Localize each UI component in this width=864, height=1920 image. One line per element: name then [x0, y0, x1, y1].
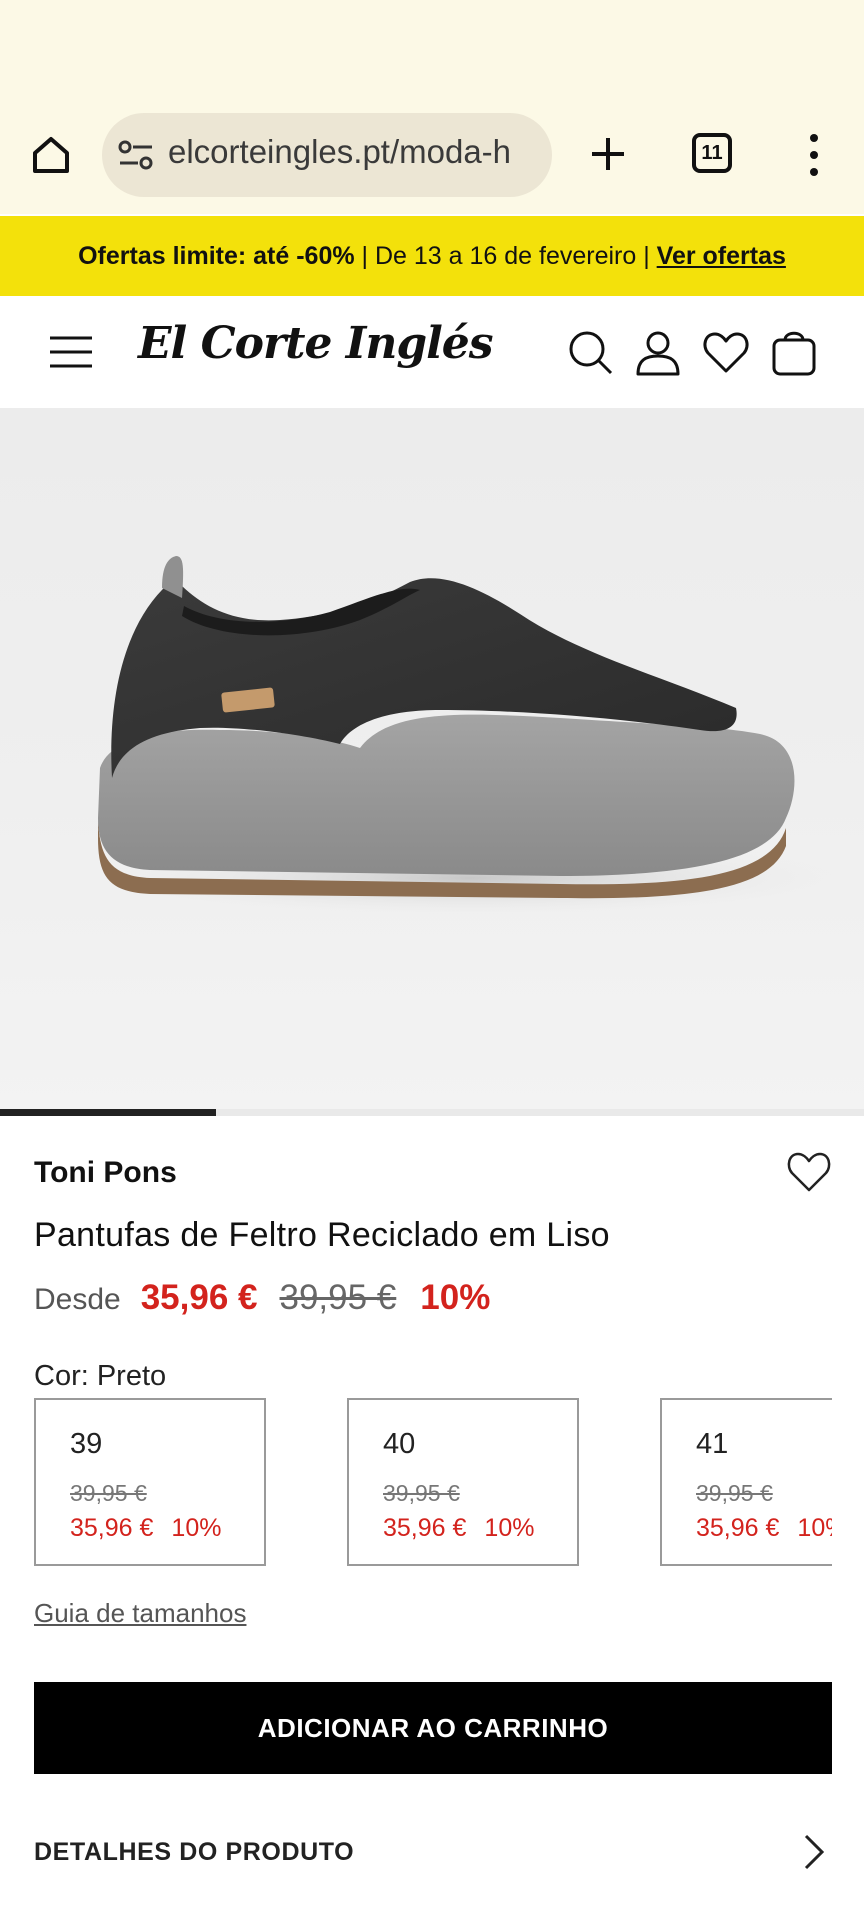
product-title: Pantufas de Feltro Reciclado em Liso — [34, 1216, 610, 1254]
add-to-wishlist-icon[interactable] — [786, 1150, 832, 1194]
size-value: 39 — [70, 1428, 103, 1460]
size-selector: 39 39,95 € 35,96 € 10% 40 39,95 € 35,96 €… — [34, 1398, 832, 1566]
price-row: Desde 35,96 € 39,95 € 10% — [34, 1278, 490, 1318]
original-price: 39,95 € — [279, 1278, 397, 1317]
tab-count: 11 — [701, 141, 723, 164]
size-value: 41 — [696, 1428, 729, 1460]
size-price-now: 35,96 € — [383, 1514, 467, 1542]
size-sale-price: 35,96 € 10% — [70, 1514, 221, 1543]
size-discount: 10% — [171, 1514, 222, 1542]
promo-banner: Ofertas limite: até -60% | De 13 a 16 de… — [0, 216, 864, 296]
more-options-icon[interactable] — [800, 130, 828, 180]
size-option-40[interactable]: 40 39,95 € 35,96 € 10% — [347, 1398, 579, 1566]
promo-headline: Ofertas limite: até -60% — [78, 241, 355, 270]
menu-icon[interactable] — [48, 332, 94, 372]
site-settings-icon[interactable] — [118, 139, 154, 171]
color-label: Cor: Preto — [34, 1360, 167, 1392]
size-discount: 10% — [797, 1514, 832, 1542]
new-tab-button[interactable] — [584, 130, 632, 178]
promo-separator: | — [354, 241, 375, 270]
product-brand[interactable]: Toni Pons — [34, 1156, 177, 1190]
account-icon[interactable] — [634, 328, 682, 376]
size-original-price: 39,95 € — [696, 1480, 773, 1506]
browser-toolbar: elcorteingles.pt/moda-h 11 — [0, 110, 864, 214]
size-guide-link[interactable]: Guia de tamanhos — [34, 1598, 246, 1629]
size-sale-price: 35,96 € 10% — [383, 1514, 534, 1543]
site-logo[interactable]: El Corte Inglés — [138, 318, 494, 369]
sale-price: 35,96 € — [140, 1278, 258, 1317]
size-price-now: 35,96 € — [696, 1514, 780, 1542]
site-header: El Corte Inglés — [0, 296, 864, 408]
gallery-progress-bar — [0, 1109, 216, 1116]
product-image — [80, 556, 860, 918]
address-bar[interactable]: elcorteingles.pt/moda-h — [102, 113, 552, 197]
tab-switcher-button[interactable]: 11 — [692, 133, 732, 173]
size-value: 40 — [383, 1428, 416, 1460]
size-option-39[interactable]: 39 39,95 € 35,96 € 10% — [34, 1398, 266, 1566]
search-icon[interactable] — [566, 328, 614, 376]
promo-dates: De 13 a 16 de fevereiro — [374, 241, 637, 270]
size-original-price: 39,95 € — [383, 1480, 460, 1506]
product-image-gallery[interactable] — [0, 408, 864, 1116]
promo-separator: | — [636, 241, 657, 270]
cart-icon[interactable] — [770, 328, 818, 376]
home-icon — [33, 137, 69, 173]
status-bar — [0, 0, 864, 110]
price-prefix: Desde — [34, 1283, 121, 1316]
size-original-price: 39,95 € — [70, 1480, 147, 1506]
size-option-41[interactable]: 41 39,95 € 35,96 € 10% — [660, 1398, 832, 1566]
chevron-right-icon — [804, 1834, 825, 1870]
add-to-cart-button[interactable]: ADICIONAR AO CARRINHO — [34, 1682, 832, 1774]
size-price-now: 35,96 € — [70, 1514, 154, 1542]
see-offers-link[interactable]: Ver ofertas — [657, 242, 786, 271]
product-details-label: DETALHES DO PRODUTO — [34, 1838, 355, 1866]
gallery-progress-track — [0, 1109, 864, 1116]
home-button[interactable] — [26, 130, 76, 180]
wishlist-icon[interactable] — [702, 328, 750, 376]
product-details-row[interactable]: DETALHES DO PRODUTO — [34, 1822, 832, 1882]
discount-badge: 10% — [420, 1278, 491, 1317]
url-text[interactable]: elcorteingles.pt/moda-h — [168, 133, 548, 171]
size-sale-price: 35,96 € 10% — [696, 1514, 832, 1543]
size-discount: 10% — [484, 1514, 535, 1542]
